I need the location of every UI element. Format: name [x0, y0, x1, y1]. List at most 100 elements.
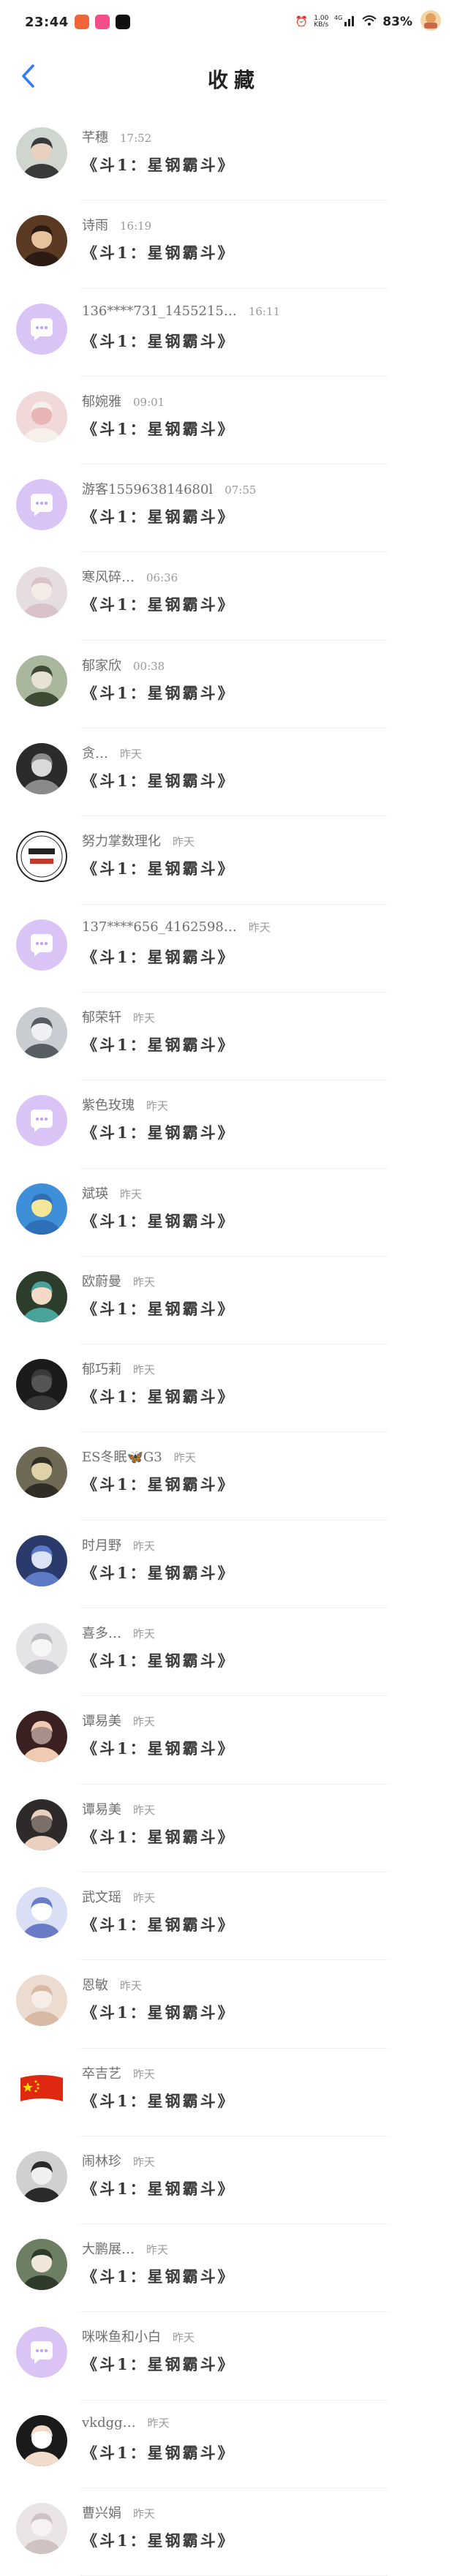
- list-item[interactable]: 诗雨 16:19 《斗1：星钢霸斗》: [0, 200, 468, 289]
- favorite-title[interactable]: 《斗1：星钢霸斗》: [82, 1473, 235, 1495]
- favorite-title[interactable]: 《斗1：星钢霸斗》: [82, 1913, 235, 1935]
- favorite-title[interactable]: 《斗1：星钢霸斗》: [82, 1121, 235, 1143]
- list-item[interactable]: 紫色玫瑰 昨天 《斗1：星钢霸斗》: [0, 1080, 468, 1169]
- timestamp: 16:11: [248, 304, 281, 318]
- avatar[interactable]: [16, 2063, 67, 2114]
- list-item[interactable]: 136****731_1455215… 16:11 《斗1：星钢霸斗》: [0, 289, 468, 377]
- name-line: 咪咪鱼和小白 昨天: [82, 2327, 195, 2346]
- name-line: 郁家欣 00:38: [82, 655, 165, 674]
- avatar[interactable]: [16, 1975, 67, 2027]
- user-name: vkdgg…: [82, 2414, 136, 2430]
- avatar[interactable]: [16, 1095, 67, 1147]
- avatar[interactable]: [16, 215, 67, 267]
- avatar[interactable]: [16, 479, 67, 531]
- avatar[interactable]: [16, 1886, 67, 1938]
- favorite-title[interactable]: 《斗1：星钢霸斗》: [82, 769, 235, 791]
- list-item[interactable]: 寒风碎… 06:36 《斗1：星钢霸斗》: [0, 552, 468, 641]
- name-line: 闹林珍 昨天: [82, 2151, 155, 2170]
- avatar[interactable]: [16, 1799, 67, 1850]
- default-avatar-chat-icon: [16, 2327, 67, 2379]
- avatar[interactable]: [16, 1183, 67, 1235]
- favorite-title[interactable]: 《斗1：星钢霸斗》: [82, 1210, 235, 1232]
- list-item[interactable]: 大鹏展… 昨天 《斗1：星钢霸斗》: [0, 2224, 468, 2313]
- avatar[interactable]: [16, 2327, 67, 2379]
- list-item[interactable]: 芊穗 17:52 《斗1：星钢霸斗》: [0, 113, 468, 201]
- name-line: 谭易美 昨天: [82, 1711, 155, 1730]
- avatar[interactable]: [16, 1534, 67, 1586]
- favorite-title[interactable]: 《斗1：星钢霸斗》: [82, 505, 235, 527]
- list-item[interactable]: 曹兴娟 昨天 《斗1：星钢霸斗》: [0, 2488, 468, 2576]
- user-name: 紫色玫瑰: [82, 1098, 135, 1114]
- timestamp: 昨天: [120, 1979, 143, 1993]
- favorite-title[interactable]: 《斗1：星钢霸斗》: [82, 2441, 235, 2463]
- avatar[interactable]: [16, 1270, 67, 1322]
- avatar[interactable]: [16, 1359, 67, 1411]
- list-item[interactable]: 斌瑛 昨天 《斗1：星钢霸斗》: [0, 1169, 468, 1257]
- favorite-title[interactable]: 《斗1：星钢霸斗》: [82, 857, 235, 879]
- list-item[interactable]: 武文瑶 昨天 《斗1：星钢霸斗》: [0, 1872, 468, 1961]
- favorite-title[interactable]: 《斗1：星钢霸斗》: [82, 2353, 235, 2375]
- favorite-title[interactable]: 《斗1：星钢霸斗》: [82, 1737, 235, 1759]
- favorite-title[interactable]: 《斗1：星钢霸斗》: [82, 593, 235, 615]
- list-item[interactable]: 郁荣轩 昨天 《斗1：星钢霸斗》: [0, 993, 468, 1081]
- list-item[interactable]: 努力掌数理化 昨天 《斗1：星钢霸斗》: [0, 816, 468, 905]
- avatar[interactable]: [16, 1623, 67, 1675]
- avatar[interactable]: [16, 567, 67, 619]
- list-item[interactable]: 恩敏 昨天 《斗1：星钢霸斗》: [0, 1960, 468, 2049]
- favorite-title[interactable]: 《斗1：星钢霸斗》: [82, 1385, 235, 1407]
- list-item[interactable]: 卒吉艺 昨天 《斗1：星钢霸斗》: [0, 2049, 468, 2137]
- favorite-title[interactable]: 《斗1：星钢霸斗》: [82, 1649, 235, 1671]
- user-name: 努力掌数理化: [82, 834, 161, 850]
- avatar[interactable]: [16, 127, 67, 178]
- list-item[interactable]: 郁巧莉 昨天 《斗1：星钢霸斗》: [0, 1344, 468, 1433]
- default-avatar-chat-icon: [16, 919, 67, 971]
- list-item[interactable]: 郁家欣 00:38 《斗1：星钢霸斗》: [0, 641, 468, 729]
- list-item[interactable]: 谭易美 昨天 《斗1：星钢霸斗》: [0, 1785, 468, 1873]
- list-item[interactable]: 欧蔚曼 昨天《斗1：星钢霸斗》: [0, 1257, 468, 1345]
- favorite-title[interactable]: 《斗1：星钢霸斗》: [82, 2177, 235, 2199]
- avatar[interactable]: [16, 2503, 67, 2555]
- favorite-title[interactable]: 《斗1：星钢霸斗》: [82, 682, 235, 704]
- list-item[interactable]: 闹林珍 昨天《斗1：星钢霸斗》: [0, 2136, 468, 2225]
- list-item[interactable]: ES冬眠🦋G3 昨天 《斗1：星钢霸斗》: [0, 1432, 468, 1521]
- timestamp: 07:55: [224, 483, 257, 497]
- avatar[interactable]: [16, 919, 67, 971]
- favorite-title[interactable]: 《斗1：星钢霸斗》: [82, 241, 235, 263]
- avatar[interactable]: [16, 831, 67, 883]
- avatar[interactable]: [16, 2150, 67, 2202]
- avatar[interactable]: [16, 1711, 67, 1763]
- list-item[interactable]: 喜多… 昨天 《斗1：星钢霸斗》: [0, 1608, 468, 1697]
- name-line: 欧蔚曼 昨天: [82, 1271, 155, 1290]
- favorite-title[interactable]: 《斗1：星钢霸斗》: [82, 418, 235, 440]
- avatar[interactable]: [16, 655, 67, 707]
- default-avatar-chat-icon: [16, 1095, 67, 1147]
- list-item[interactable]: 贪… 昨天 《斗1：星钢霸斗》: [0, 728, 468, 817]
- list-item[interactable]: 137****656_4162598… 昨天 《斗1：星钢霸斗》: [0, 905, 468, 993]
- avatar[interactable]: [16, 2239, 67, 2291]
- avatar[interactable]: [16, 303, 67, 355]
- avatar[interactable]: [16, 1006, 67, 1058]
- favorite-title[interactable]: 《斗1：星钢霸斗》: [82, 330, 235, 352]
- favorite-title[interactable]: 《斗1：星钢霸斗》: [82, 1033, 235, 1055]
- timestamp: 昨天: [133, 1715, 156, 1729]
- list-item[interactable]: 谭易美 昨天《斗1：星钢霸斗》: [0, 1696, 468, 1785]
- favorite-title[interactable]: 《斗1：星钢霸斗》: [82, 1562, 235, 1583]
- list-item[interactable]: vkdgg… 昨天 《斗1：星钢霸斗》: [0, 2400, 468, 2489]
- favorite-title[interactable]: 《斗1：星钢霸斗》: [82, 2001, 235, 2023]
- default-avatar-chat-icon: [16, 479, 67, 531]
- favorite-title[interactable]: 《斗1：星钢霸斗》: [82, 1298, 235, 1319]
- avatar[interactable]: [16, 391, 67, 442]
- favorite-title[interactable]: 《斗1：星钢霸斗》: [82, 946, 235, 968]
- list-item[interactable]: 郁婉雅 09:01 《斗1：星钢霸斗》: [0, 377, 468, 465]
- list-item[interactable]: 时月野 昨天 《斗1：星钢霸斗》: [0, 1521, 468, 1609]
- favorite-title[interactable]: 《斗1：星钢霸斗》: [82, 2265, 235, 2287]
- favorite-title[interactable]: 《斗1：星钢霸斗》: [82, 154, 235, 176]
- favorite-title[interactable]: 《斗1：星钢霸斗》: [82, 2090, 235, 2112]
- avatar[interactable]: [16, 743, 67, 795]
- avatar[interactable]: [16, 1447, 67, 1499]
- list-item[interactable]: 游客155963814680l 07:55 《斗1：星钢霸斗》: [0, 464, 468, 553]
- favorite-title[interactable]: 《斗1：星钢霸斗》: [82, 1826, 235, 1848]
- list-item[interactable]: 咪咪鱼和小白 昨天《斗1：星钢霸斗》: [0, 2312, 468, 2401]
- favorite-title[interactable]: 《斗1：星钢霸斗》: [82, 2529, 235, 2551]
- avatar[interactable]: [16, 2414, 67, 2466]
